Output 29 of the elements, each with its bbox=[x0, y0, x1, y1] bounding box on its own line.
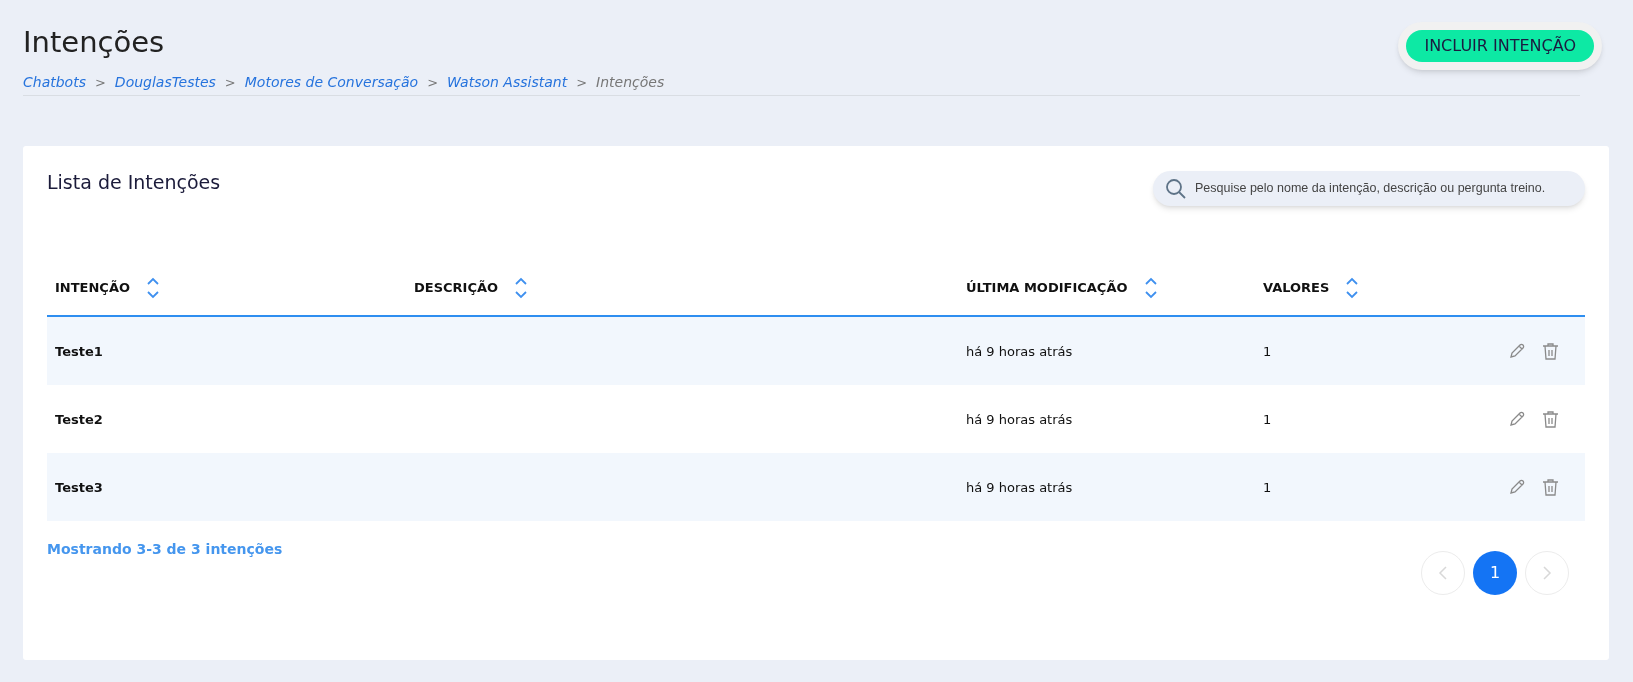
table-cell: há 9 horas atrás bbox=[966, 412, 1073, 427]
table-cell: Teste2 bbox=[55, 412, 103, 427]
add-intent-button[interactable]: INCLUIR INTENÇÃO bbox=[1406, 30, 1594, 62]
card-title: Lista de Intenções bbox=[47, 170, 221, 195]
breadcrumb-current: Intenções bbox=[596, 73, 665, 92]
breadcrumb-link[interactable]: Motores de Conversação bbox=[244, 72, 419, 93]
breadcrumb-separator: > bbox=[224, 73, 236, 92]
breadcrumb-separator: > bbox=[576, 73, 588, 92]
table-cell: 1 bbox=[1263, 480, 1272, 495]
breadcrumb-link[interactable]: DouglasTestes bbox=[114, 72, 216, 93]
table-cell: Teste3 bbox=[55, 480, 103, 495]
page-title: Intenções bbox=[23, 24, 166, 61]
search-field[interactable]: Pesquise pelo nome da intenção, descrição ou pergunta treino. bbox=[1153, 171, 1585, 206]
table-cell: 1 bbox=[1263, 412, 1272, 427]
result-count: Mostrando 3-3 de 3 intenções bbox=[47, 540, 283, 559]
table-cell: Teste1 bbox=[55, 344, 103, 359]
breadcrumb-link[interactable]: Watson Assistant bbox=[447, 72, 568, 93]
page-button[interactable]: 1 bbox=[1473, 551, 1517, 595]
column-header: DESCRIÇÃO bbox=[414, 279, 499, 298]
search-input[interactable]: Pesquise pelo nome da intenção, descrição ou pergunta treino. bbox=[1195, 179, 1573, 198]
table-cell: há 9 horas atrás bbox=[966, 344, 1073, 359]
breadcrumb-separator: > bbox=[427, 73, 439, 92]
breadcrumb-link[interactable]: Chatbots bbox=[23, 72, 86, 93]
table-cell: 1 bbox=[1263, 344, 1272, 359]
column-header: ÚLTIMA MODIFICAÇÃO bbox=[966, 279, 1128, 298]
table-cell: há 9 horas atrás bbox=[966, 480, 1073, 495]
column-header: VALORES bbox=[1263, 279, 1330, 298]
breadcrumb-separator: > bbox=[94, 73, 106, 92]
column-header: INTENÇÃO bbox=[55, 279, 130, 298]
